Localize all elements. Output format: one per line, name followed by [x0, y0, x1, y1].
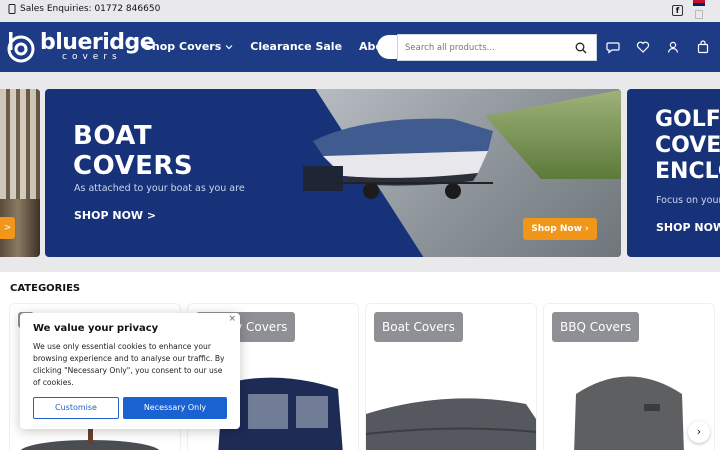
main-header: blueridge covers Shop Covers Clearance S… — [0, 22, 720, 72]
hero-next-shop-now[interactable]: SHOP NOW — [656, 221, 720, 234]
hero-slide-boat-covers[interactable]: BOAT COVERS As attached to your boat as … — [45, 89, 621, 257]
top-bar: Sales Enquiries: 01772 846650 f — [0, 0, 720, 22]
cookie-body: We use only essential cookies to enhance… — [33, 342, 225, 387]
necessary-only-button[interactable]: Necessary Only — [123, 397, 227, 419]
currency-selector[interactable] — [695, 10, 703, 19]
header-icons — [606, 39, 710, 54]
user-icon[interactable] — [666, 39, 680, 53]
hero-slide-prev[interactable]: > — [0, 89, 40, 257]
sales-enquiries-text: Sales Enquiries: 01772 846650 — [20, 4, 161, 14]
hero-next-heading: GOLF COVE ENCLO — [655, 107, 720, 184]
hero-carousel: > BOAT COVERS As attached to your boat a… — [0, 89, 720, 257]
nav-clearance-sale-label: Clearance Sale — [250, 40, 343, 53]
sales-enquiries[interactable]: Sales Enquiries: 01772 846650 — [8, 4, 160, 14]
hero-shop-now-link[interactable]: SHOP NOW > — [74, 209, 156, 222]
search-icon[interactable] — [575, 42, 587, 54]
customise-button[interactable]: Customise — [33, 397, 119, 419]
categories-next-arrow[interactable]: › — [688, 421, 710, 443]
cookie-title: We value your privacy — [33, 323, 159, 334]
phone-icon — [8, 4, 16, 14]
category-card-boat-covers[interactable]: Boat Covers — [366, 304, 536, 450]
hero-shop-now-button[interactable]: Shop Now › — [523, 218, 597, 240]
search-input[interactable] — [398, 35, 558, 61]
category-label: Boat Covers — [374, 312, 463, 342]
hero-slide-next[interactable]: GOLF COVE ENCLO Focus on your SHOP NOW — [627, 89, 720, 257]
nav-shop-covers-label: Shop Covers — [144, 40, 222, 53]
uk-flag-icon[interactable] — [693, 0, 705, 6]
facebook-icon[interactable]: f — [672, 5, 683, 16]
cookie-consent-modal: × We value your privacy We use only esse… — [20, 313, 240, 429]
logo-text: blueridge — [40, 30, 155, 55]
logo-mark-icon — [7, 32, 35, 63]
hero-next-subtitle: Focus on your — [656, 195, 720, 206]
search-box[interactable] — [397, 34, 597, 61]
categories-title: CATEGORIES — [10, 283, 81, 294]
chevron-down-icon — [225, 44, 233, 49]
heart-icon[interactable] — [636, 39, 650, 53]
cart-icon[interactable] — [696, 39, 710, 54]
category-label: BBQ Covers — [552, 312, 640, 342]
chat-icon[interactable] — [606, 39, 620, 54]
logo[interactable]: blueridge covers — [6, 30, 155, 64]
hero-subtitle: As attached to your boat as you are — [74, 183, 245, 194]
close-icon[interactable]: × — [228, 314, 236, 324]
category-image — [366, 398, 536, 450]
nav-shop-covers[interactable]: Shop Covers — [144, 40, 233, 53]
nav-clearance-sale[interactable]: Clearance Sale — [250, 40, 342, 53]
prev-slide-button[interactable]: > — [0, 217, 15, 239]
hero-heading: BOAT COVERS — [73, 121, 194, 181]
boat-image — [303, 118, 493, 199]
